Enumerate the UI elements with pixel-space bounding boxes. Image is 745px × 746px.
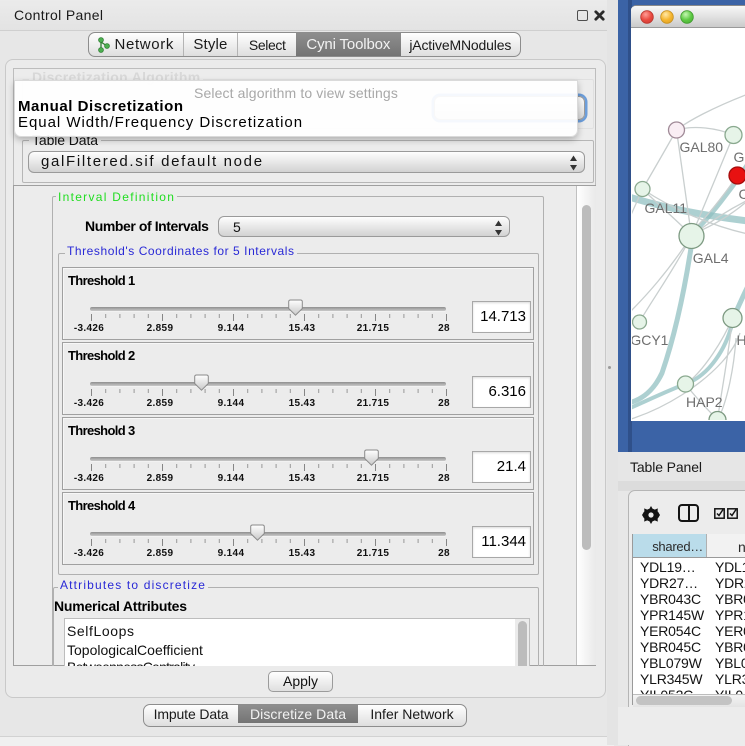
svg-text:GAL4: GAL4 [692,250,728,266]
svg-text:C: C [738,186,745,202]
svg-text:GAL80: GAL80 [679,139,723,155]
svg-text:HAP2: HAP2 [686,394,723,410]
svg-text:GAL11: GAL11 [644,200,687,216]
svg-text:G.: G. [733,149,745,165]
svg-text:H: H [736,332,745,348]
svg-text:GCY1: GCY1 [632,332,669,348]
